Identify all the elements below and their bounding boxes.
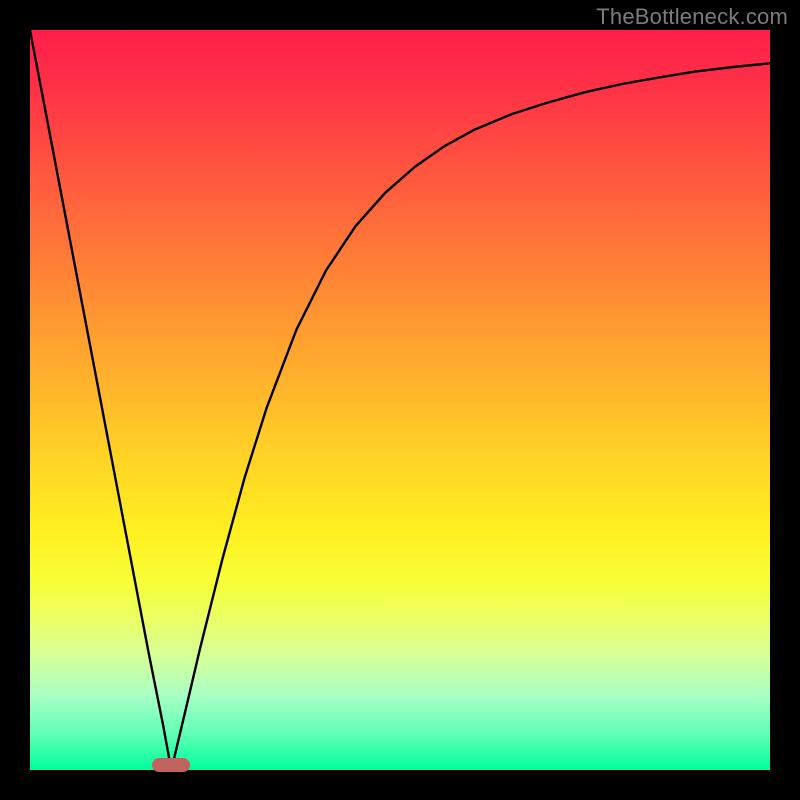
optimum-marker bbox=[152, 758, 190, 772]
watermark-label: TheBottleneck.com bbox=[596, 4, 788, 30]
plot-area bbox=[30, 30, 770, 770]
chart-frame: TheBottleneck.com bbox=[0, 0, 800, 800]
bottleneck-curve bbox=[30, 30, 770, 770]
